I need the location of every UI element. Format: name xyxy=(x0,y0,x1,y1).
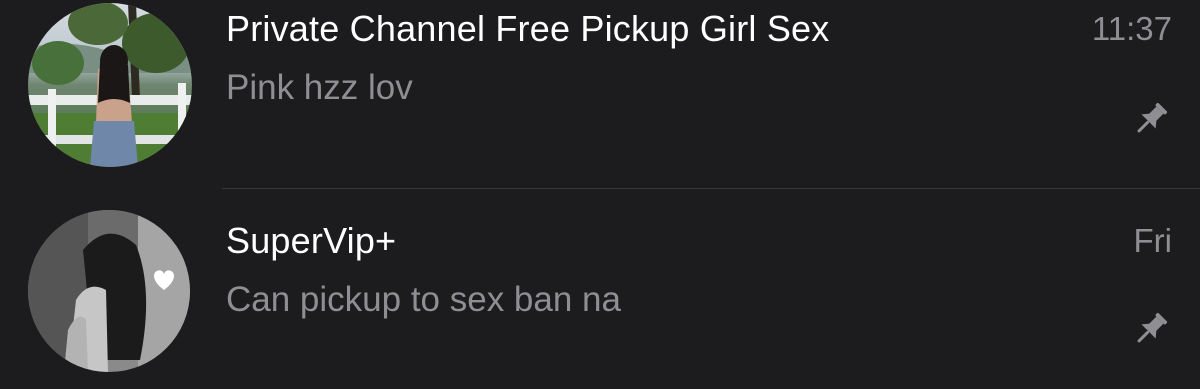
chat-row-supervip[interactable]: SuperVip+ Can pickup to sex ban na Fri xyxy=(0,200,1200,389)
chat-row-separator xyxy=(222,188,1200,189)
pin-icon xyxy=(1137,102,1168,133)
avatar-photo-image xyxy=(28,3,192,167)
chat-timestamp: 11:37 xyxy=(1091,10,1172,47)
chat-row-private-channel[interactable]: Private Channel Free Pickup Girl Sex Pin… xyxy=(0,0,1200,190)
chat-list: Private Channel Free Pickup Girl Sex Pin… xyxy=(0,0,1200,389)
chat-last-message: Pink hzz lov xyxy=(226,68,413,107)
chat-timestamp: Fri xyxy=(1133,222,1172,259)
avatar-photo-image xyxy=(28,210,190,372)
chat-avatar xyxy=(28,210,190,372)
chat-title: SuperVip+ xyxy=(226,220,397,261)
chat-last-message: Can pickup to sex ban na xyxy=(226,280,621,319)
chat-title: Private Channel Free Pickup Girl Sex xyxy=(226,8,830,49)
chat-avatar xyxy=(28,3,192,167)
pin-icon xyxy=(1137,312,1168,343)
